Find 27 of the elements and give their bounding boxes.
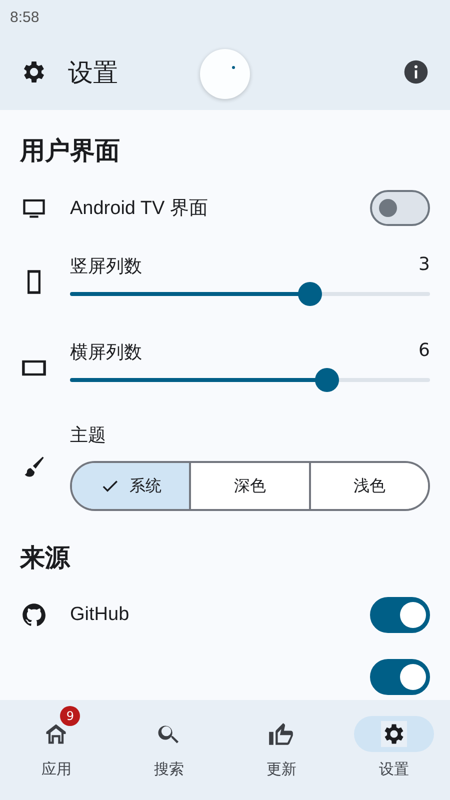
nav-tab[interactable]: 更新 bbox=[225, 700, 338, 800]
slider[interactable] bbox=[70, 282, 430, 306]
toggle-switch[interactable] bbox=[370, 597, 430, 633]
github-icon bbox=[21, 602, 47, 628]
theme-option[interactable]: 深色 bbox=[189, 463, 309, 509]
status-time: 8:58 bbox=[10, 8, 40, 26]
section-heading: 用户界面 bbox=[20, 135, 121, 167]
slider-value: 3 bbox=[418, 254, 430, 277]
section-heading: 来源 bbox=[20, 542, 72, 574]
gear-icon bbox=[380, 721, 407, 747]
setting-label: 横屏列数 bbox=[70, 341, 142, 364]
setting-label: 主题 bbox=[70, 425, 106, 446]
info-button[interactable] bbox=[402, 58, 430, 86]
toggle-switch[interactable] bbox=[370, 659, 430, 695]
nav-tab[interactable]: 搜索 bbox=[112, 700, 225, 800]
count-badge: 9 bbox=[60, 706, 80, 726]
slider-value: 6 bbox=[418, 340, 430, 363]
setting-label: 竖屏列数 bbox=[70, 255, 142, 278]
nav-tab[interactable]: 9 应用 bbox=[0, 700, 112, 800]
page-title: 设置 bbox=[68, 56, 118, 88]
slider[interactable] bbox=[70, 368, 430, 392]
setting-label: Android TV 界面 bbox=[70, 197, 208, 221]
toggle-switch[interactable] bbox=[370, 190, 430, 226]
theme-option[interactable]: 浅色 bbox=[308, 463, 428, 509]
setting-label: GitHub bbox=[70, 604, 130, 626]
nav-tab[interactable]: 设置 bbox=[338, 700, 450, 800]
theme-option[interactable]: 系统 bbox=[72, 463, 190, 509]
